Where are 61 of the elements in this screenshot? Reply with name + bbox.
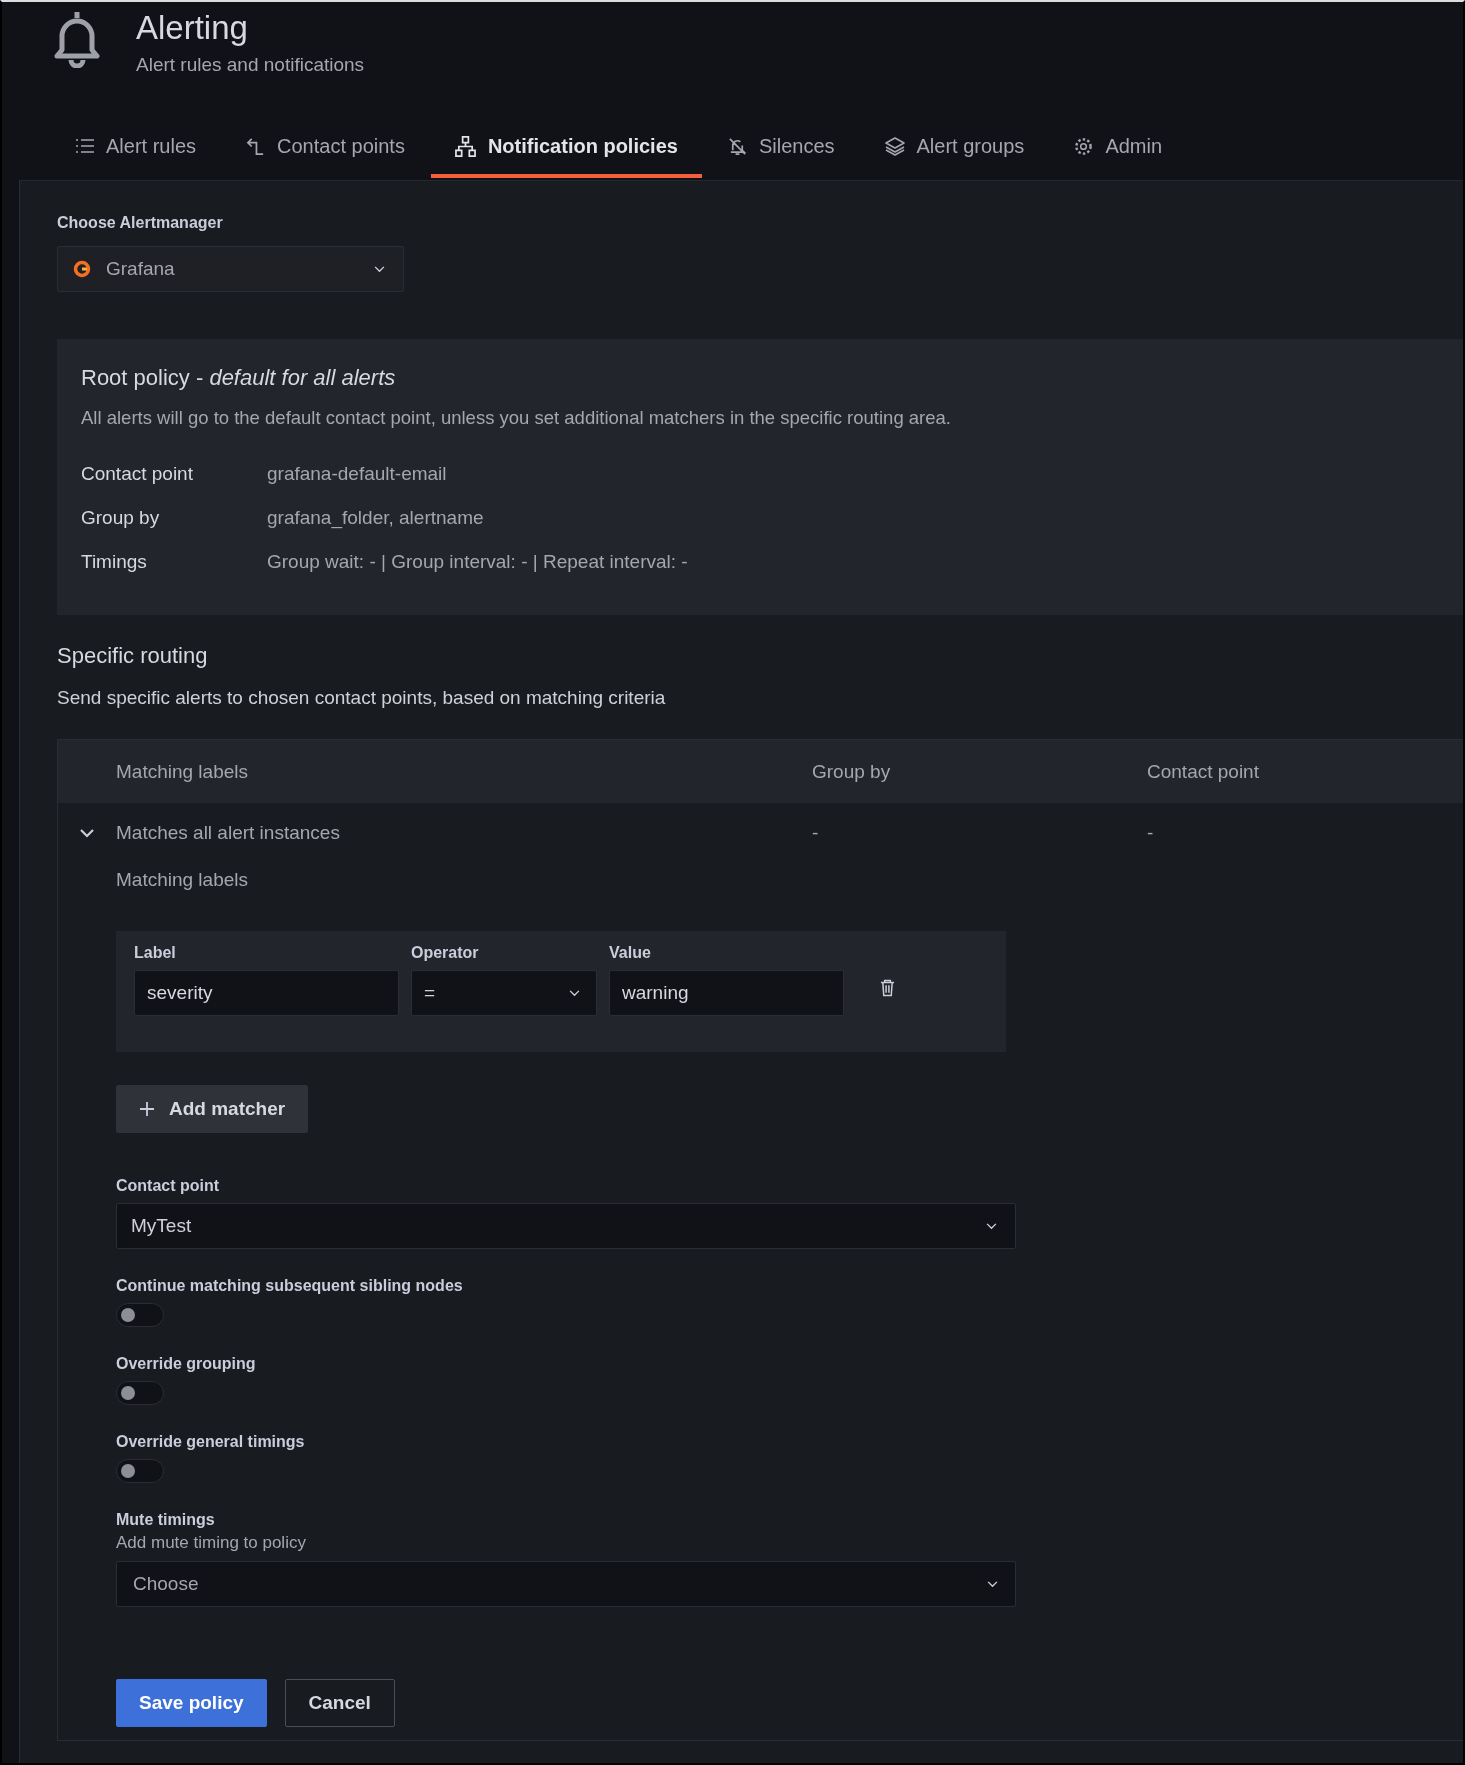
layers-icon: [884, 136, 905, 156]
alertmanager-select[interactable]: Grafana: [57, 246, 404, 292]
field-hint: Add mute timing to policy: [116, 1533, 307, 1553]
chevron-down-icon[interactable]: [80, 828, 94, 838]
hierarchy-icon: [454, 135, 476, 157]
field-label: Override grouping: [116, 1355, 257, 1373]
panel-description: All alerts will go to the default contact point, unless you set additional matchers in the specific routing area.: [81, 407, 952, 429]
toggle-switch[interactable]: [116, 1381, 164, 1405]
operator-select[interactable]: =: [411, 970, 597, 1016]
chevron-down-icon: [374, 265, 385, 273]
section-title: Specific routing: [57, 643, 209, 669]
add-matcher-button[interactable]: Add matcher: [116, 1085, 309, 1133]
page-title: Alerting: [136, 8, 249, 48]
plus-icon: [139, 1101, 155, 1117]
detail-value: Group wait: - | Group interval: - | Repeat interval: -: [267, 551, 689, 573]
field-label: Override general timings: [116, 1433, 306, 1451]
column-header: Group by: [812, 760, 892, 783]
field-label: Label: [134, 944, 177, 962]
field-label: Contact point: [116, 1177, 221, 1195]
logo-icon: [72, 259, 92, 279]
section-description: Send specific alerts to chosen contact points, based on matching criteria: [57, 687, 667, 709]
section-label: Matching labels: [116, 869, 250, 891]
detail-label: Contact point: [81, 463, 194, 485]
save-button[interactable]: Save policy: [116, 1679, 267, 1727]
table-cell-text: -: [812, 822, 820, 844]
tab[interactable]: Admin: [1050, 118, 1187, 178]
bell-off-icon: [727, 136, 747, 156]
list-icon: [76, 139, 94, 153]
arrow-icon: [246, 136, 266, 156]
detail-value: grafana_folder, alertname: [267, 507, 485, 529]
field-label: Choose Alertmanager: [57, 214, 224, 232]
page-subtitle: Alert rules and notifications: [136, 54, 365, 76]
detail-label: Timings: [81, 551, 148, 573]
toggle-switch[interactable]: [116, 1303, 164, 1327]
table-cell-text: -: [1147, 822, 1155, 844]
chevron-down-icon: [569, 989, 580, 997]
trash-icon[interactable]: [880, 979, 895, 997]
chevron-down-icon: [986, 1222, 997, 1230]
chevron-down-icon: [987, 1580, 998, 1588]
cancel-button[interactable]: Cancel: [284, 1679, 395, 1727]
detail-value: grafana-default-email: [267, 463, 448, 485]
value-input[interactable]: warning: [609, 970, 844, 1016]
contact-point-select[interactable]: MyTest: [116, 1203, 1016, 1249]
tab[interactable]: Silences: [703, 118, 859, 178]
column-header: Matching labels: [116, 760, 250, 783]
mute-timing-select[interactable]: Choose: [116, 1561, 1016, 1607]
detail-label: Group by: [81, 507, 161, 529]
label-input[interactable]: severity: [134, 970, 399, 1016]
tab[interactable]: Alert groups: [860, 118, 1049, 178]
field-label: Mute timings: [116, 1511, 216, 1529]
toggle-switch[interactable]: [116, 1459, 164, 1483]
tab[interactable]: Contact points: [222, 118, 429, 178]
field-label: Operator: [411, 944, 480, 962]
field-label: Value: [609, 944, 652, 962]
settings-icon: [1074, 136, 1094, 156]
panel-title: Root policy - default for all alerts: [81, 365, 397, 391]
table-cell-text: Matches all alert instances: [116, 822, 341, 844]
tab[interactable]: Alert rules: [52, 118, 221, 178]
column-header: Contact point: [1147, 760, 1260, 783]
bell-icon: [52, 10, 102, 68]
field-label: Continue matching subsequent sibling nodes: [116, 1277, 464, 1295]
